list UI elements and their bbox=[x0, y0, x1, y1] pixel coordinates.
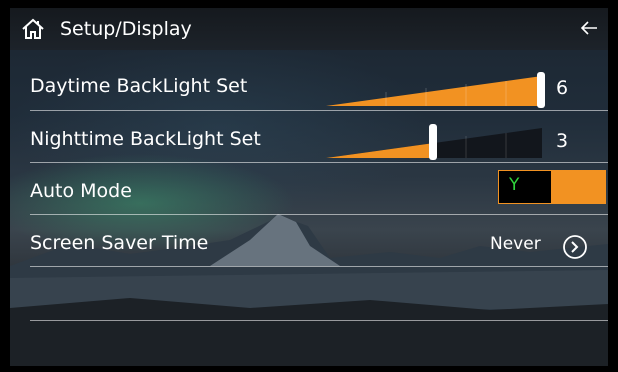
daytime-slider-handle[interactable] bbox=[537, 72, 545, 108]
nighttime-backlight-value: 3 bbox=[556, 130, 569, 152]
display-setup-screen: Setup/Display Daytime BackLight Set 6 Ni… bbox=[10, 8, 608, 366]
screen-saver-label: Screen Saver Time bbox=[30, 232, 209, 254]
back-arrow-icon[interactable] bbox=[578, 17, 600, 39]
auto-mode-label: Auto Mode bbox=[30, 180, 132, 202]
daytime-backlight-label: Daytime BackLight Set bbox=[30, 75, 248, 97]
nighttime-backlight-label: Nighttime BackLight Set bbox=[30, 128, 261, 150]
header-bar: Setup/Display bbox=[10, 8, 608, 50]
screen-saver-value: Never bbox=[490, 234, 541, 254]
daytime-backlight-slider[interactable] bbox=[326, 72, 548, 108]
chevron-right-icon[interactable] bbox=[562, 234, 588, 260]
toggle-knob bbox=[551, 171, 605, 203]
auto-mode-state: Y bbox=[509, 175, 520, 195]
page-title: Setup/Display bbox=[60, 18, 192, 40]
home-icon[interactable] bbox=[20, 16, 46, 42]
nighttime-slider-handle[interactable] bbox=[429, 124, 437, 160]
daytime-backlight-value: 6 bbox=[556, 77, 569, 99]
nighttime-backlight-slider[interactable] bbox=[326, 124, 548, 160]
empty-row bbox=[30, 276, 608, 321]
auto-mode-toggle[interactable]: Y bbox=[498, 170, 606, 204]
